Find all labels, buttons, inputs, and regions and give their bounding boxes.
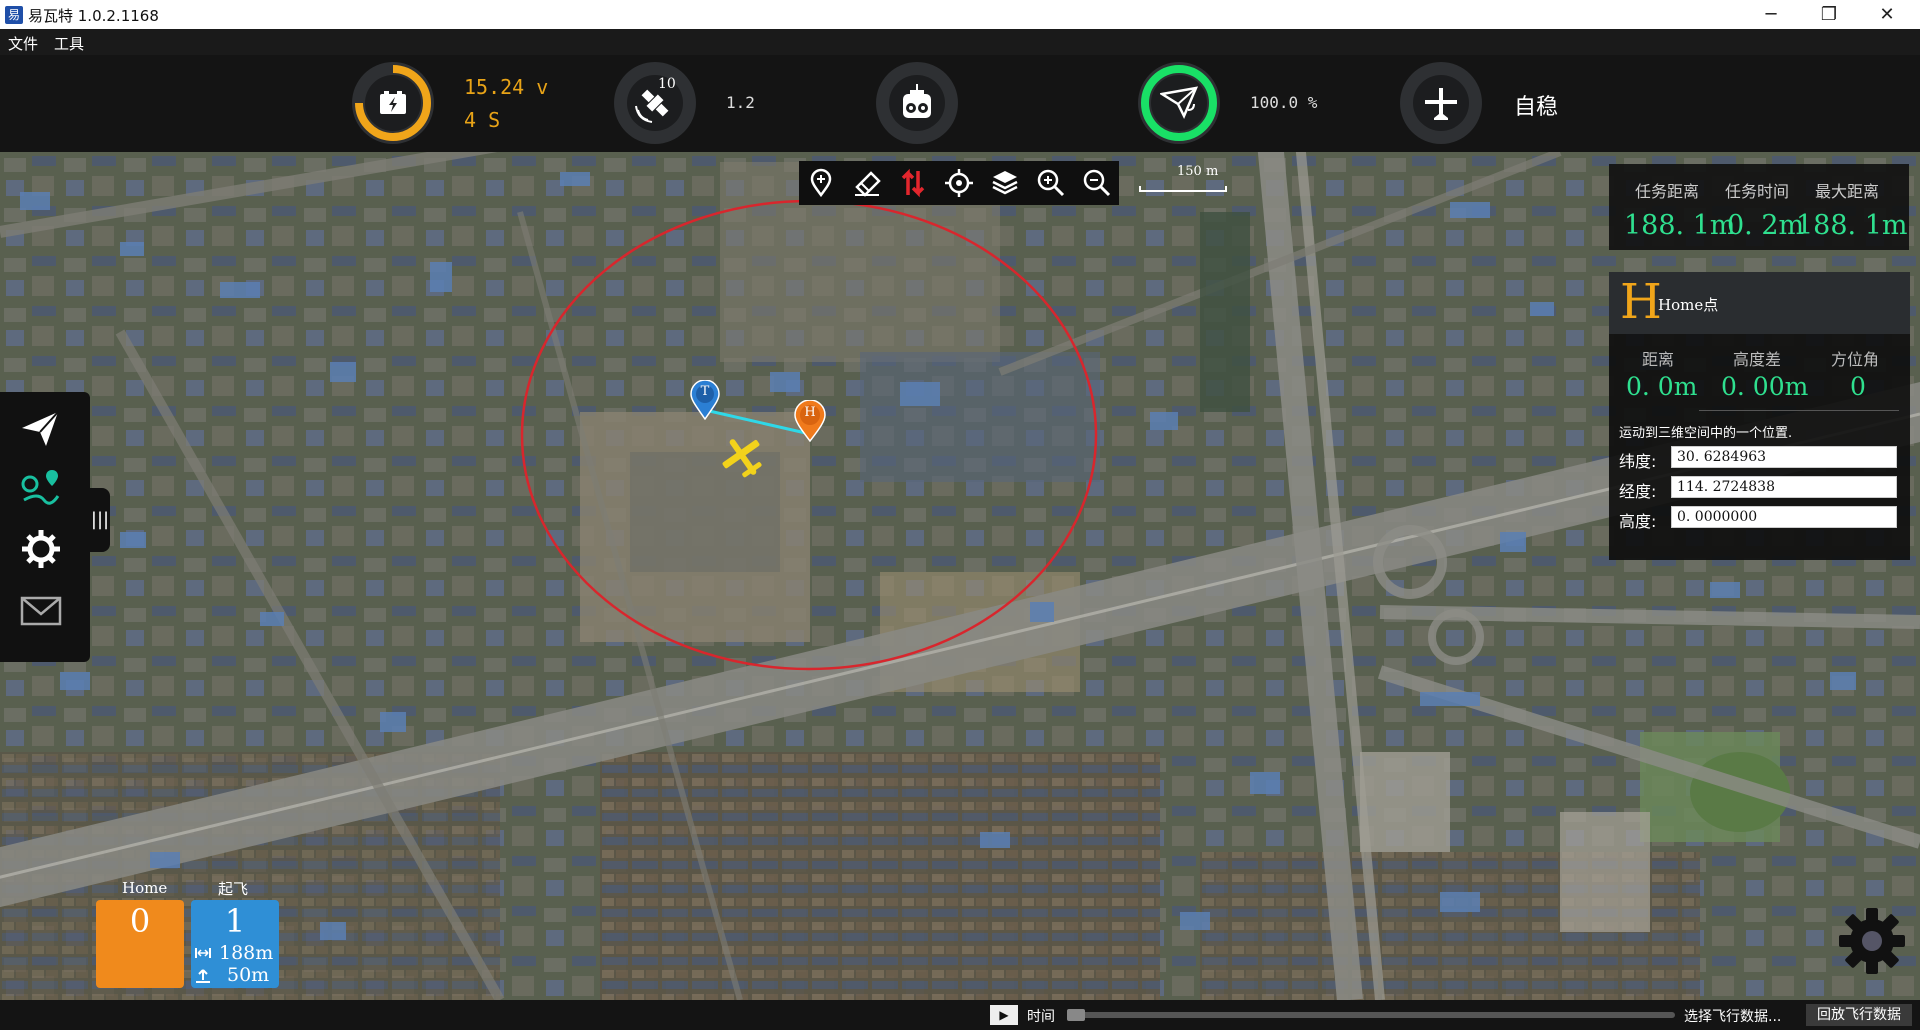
mission-distance-value: 188. 1m — [1624, 210, 1736, 241]
side-panel: ||| — [0, 392, 110, 662]
mission-distance-header: 任务距离 — [1635, 182, 1700, 201]
takeoff-altitude: 50m — [227, 964, 270, 986]
aircraft-icon — [722, 439, 762, 478]
mission-stats-panel: 任务距离 任务时间 最大距离 188. 1m 0. 2m 188. 1m — [1609, 164, 1909, 250]
title-bar: 易 易瓦特 1.0.2.1168 ─ ❐ ✕ — [0, 0, 1920, 29]
mission-time-value: 0. 2m — [1727, 210, 1805, 241]
max-distance-value: 188. 1m — [1796, 210, 1908, 241]
home-bearing-header: 方位角 — [1831, 350, 1880, 369]
playback-slider-thumb[interactable] — [1067, 1009, 1085, 1021]
side-panel-handle[interactable]: ||| — [90, 488, 110, 552]
gps-satellite-count: 10 — [658, 76, 676, 92]
scale-line — [1139, 186, 1227, 192]
app-logo-icon: 易 — [5, 6, 23, 24]
locate-button[interactable] — [937, 161, 981, 205]
battery-bolt-icon — [380, 91, 406, 114]
zoom-in-icon — [1037, 169, 1065, 197]
reverse-arrows-icon — [901, 168, 925, 198]
home-bearing-value: 0 — [1850, 372, 1866, 401]
zoom-in-button[interactable] — [1029, 161, 1073, 205]
takeoff-marker[interactable]: T — [690, 379, 720, 421]
longitude-field[interactable] — [1671, 476, 1897, 498]
time-label: 时间 — [1027, 1009, 1055, 1025]
close-button[interactable]: ✕ — [1858, 0, 1916, 29]
home-waypoint-card[interactable]: 0 — [96, 900, 184, 988]
zoom-out-button[interactable] — [1075, 161, 1119, 205]
crosshair-icon — [945, 169, 973, 197]
home-marker[interactable]: H — [794, 399, 826, 443]
choose-flight-data-link[interactable]: 选择飞行数据... — [1684, 1006, 1781, 1026]
paper-plane-signal-icon — [1160, 86, 1199, 119]
paper-plane-icon[interactable] — [18, 406, 64, 452]
home-height-diff-value: 0. 00m — [1721, 372, 1809, 401]
layers-icon — [992, 171, 1018, 195]
takeoff-waypoint-card[interactable]: 1 188m 50m — [191, 900, 279, 988]
layers-button[interactable] — [983, 161, 1027, 205]
eraser-icon — [855, 171, 881, 197]
mission-time-header: 任务时间 — [1725, 182, 1790, 201]
gps-hdop: 1.2 — [726, 93, 755, 112]
playback-bar: ▶ 时间 选择飞行数据... 回放飞行数据 — [0, 1000, 1920, 1030]
restore-button[interactable]: ❐ — [1800, 0, 1858, 29]
battery-gauge[interactable] — [352, 62, 434, 144]
latitude-label: 纬度: — [1619, 452, 1657, 471]
map-toolbar — [799, 161, 1119, 205]
eraser-button[interactable] — [845, 161, 889, 205]
home-panel-description: 运动到三维空间中的一个位置. — [1619, 426, 1793, 441]
signal-gauge[interactable] — [1138, 62, 1220, 144]
home-distance-header: 距离 — [1642, 350, 1675, 369]
gps-gauge[interactable]: 10 — [614, 62, 696, 144]
menu-file[interactable]: 文件 — [8, 33, 38, 54]
settings-gear-icon[interactable] — [1837, 906, 1907, 976]
home-waypoint-index: 0 — [129, 902, 151, 940]
playback-slider[interactable] — [1067, 1009, 1675, 1021]
altitude-icon — [196, 969, 210, 983]
add-waypoint-button[interactable] — [799, 161, 843, 205]
distance-icon — [195, 948, 211, 958]
longitude-label: 经度: — [1619, 482, 1657, 501]
route-map-icon[interactable] — [18, 466, 64, 512]
reverse-route-button[interactable] — [891, 161, 935, 205]
remote-controller-icon — [903, 84, 931, 118]
altitude-field[interactable] — [1671, 506, 1897, 528]
gear-icon[interactable] — [18, 526, 64, 572]
battery-voltage: 15.24 v — [464, 75, 549, 99]
window-title: 易瓦特 1.0.2.1168 — [28, 7, 159, 25]
signal-percent: 100.0 % — [1250, 93, 1318, 112]
scale-label: 150 m — [1177, 164, 1219, 179]
home-distance-value: 0. 0m — [1626, 372, 1698, 401]
takeoff-distance: 188m — [219, 942, 274, 964]
scale-bar: 150 m — [1139, 164, 1227, 192]
minimize-button[interactable]: ─ — [1742, 0, 1800, 29]
takeoff-waypoint-label: 起飞 — [218, 880, 249, 898]
altitude-label: 高度: — [1619, 512, 1657, 531]
home-point-panel: H Home点 距离 高度差 方位角 0. 0m 0. 00m 0 运动到三维空… — [1609, 272, 1910, 560]
home-panel-header: H Home点 — [1609, 272, 1910, 334]
takeoff-marker-label: T — [700, 384, 710, 399]
flight-mode-label: 自稳 — [1514, 95, 1559, 120]
play-button[interactable]: ▶ — [990, 1005, 1018, 1025]
replay-flight-data-button[interactable]: 回放飞行数据 — [1806, 1004, 1912, 1026]
airplane-icon — [1425, 88, 1457, 120]
latitude-field[interactable] — [1671, 446, 1897, 468]
menu-tools[interactable]: 工具 — [54, 33, 84, 54]
map-pin-icon — [810, 168, 832, 198]
satellite-map[interactable]: T H 150 m 任务距离 任务时间 最大距离 188. 1m 0. 2m 1… — [0, 152, 1920, 1000]
home-panel-title: Home点 — [1658, 296, 1719, 314]
flight-mode-gauge[interactable] — [1400, 62, 1482, 144]
home-panel-divider — [1699, 410, 1899, 411]
home-waypoint-label: Home — [122, 879, 168, 897]
remote-gauge[interactable] — [876, 62, 958, 144]
battery-cells: 4 S — [464, 108, 501, 132]
envelope-icon[interactable] — [18, 588, 64, 634]
takeoff-waypoint-index: 1 — [224, 902, 246, 940]
menu-bar: 文件 工具 — [0, 29, 1920, 55]
home-marker-label: H — [804, 405, 816, 420]
max-distance-header: 最大距离 — [1815, 182, 1880, 201]
zoom-out-icon — [1083, 169, 1111, 197]
home-height-diff-header: 高度差 — [1733, 350, 1782, 369]
telemetry-bar: 15.24 v 4 S 10 1.2 100.0 % 自稳 — [0, 55, 1920, 152]
home-big-letter: H — [1620, 274, 1662, 330]
